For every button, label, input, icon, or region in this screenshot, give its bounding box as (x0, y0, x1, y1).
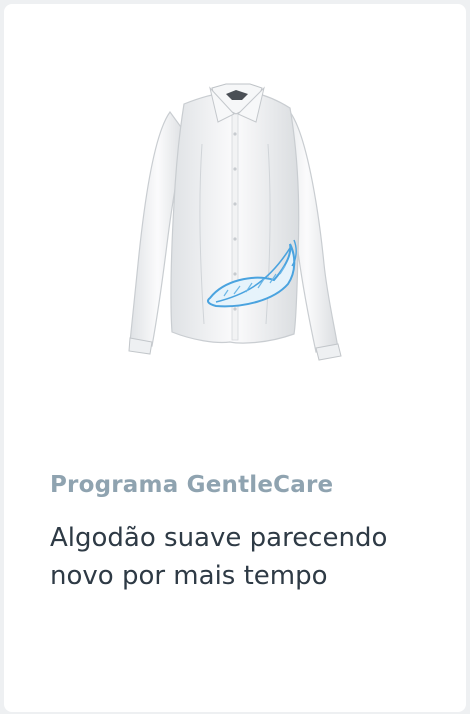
product-image (4, 4, 466, 444)
product-card[interactable]: Programa GentleCare Algodão suave parece… (4, 4, 466, 712)
shirt-image (128, 83, 342, 361)
program-eyebrow: Programa GentleCare (50, 472, 334, 498)
card-headline: Algodão suave parecendo novo por mais te… (50, 523, 388, 591)
